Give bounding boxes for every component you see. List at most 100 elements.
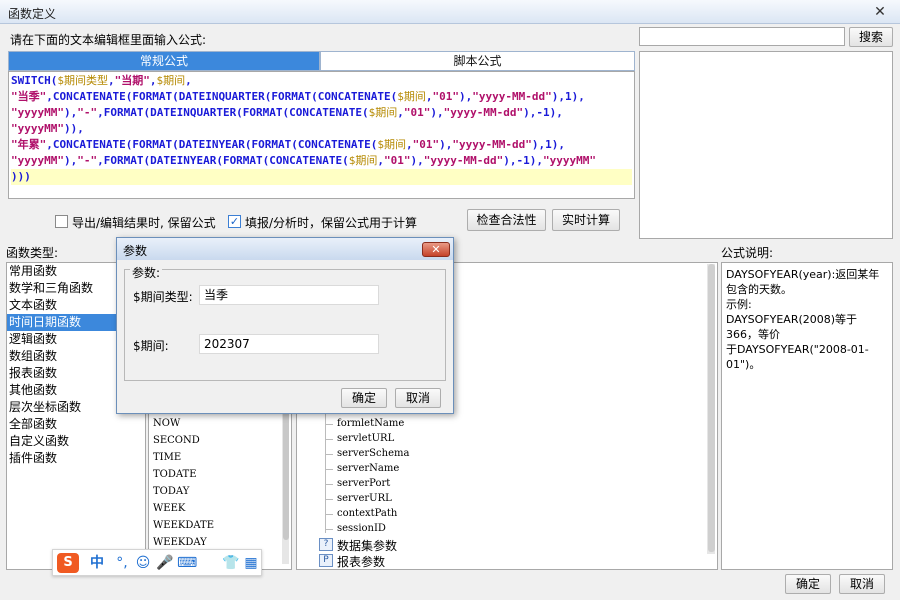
function-item[interactable]: TODATE [153, 469, 197, 480]
function-item[interactable]: WEEK [153, 503, 185, 514]
formula-editor[interactable]: SWITCH($期间类型,"当期",$期间, "当季",CONCATENATE(F… [8, 71, 635, 199]
search-button[interactable]: 搜索 [849, 27, 893, 47]
tab-script-formula[interactable]: 脚本公式 [320, 51, 635, 71]
formula-token: "yyyy-MM-dd" [472, 90, 552, 103]
ime-skin-icon[interactable]: 👕 [221, 553, 241, 573]
formula-token: "yyyyMM" [543, 154, 596, 167]
formula-token: $期间 [348, 154, 378, 167]
tree-item[interactable]: serverSchema [337, 448, 409, 459]
tree-node-dataset-params[interactable]: 数据集参数 [337, 537, 397, 554]
formula-line: "yyyyMM"),"-",FORMAT(DATEINQUARTER(FORMA… [11, 105, 632, 121]
fill-keep-formula-checkbox[interactable]: ✓ [228, 215, 241, 228]
ime-voice-icon[interactable]: 🎤 [155, 553, 175, 573]
ime-apps-icon[interactable]: ▦ [241, 553, 261, 573]
formula-description-text: DAYSOFYEAR(year):返回某年包含的天数。 示例: DAYSOFYE… [726, 268, 880, 371]
report-params-icon: P [319, 554, 333, 567]
dialog-ok-button[interactable]: 确定 [341, 388, 387, 408]
tree-item[interactable]: serverPort [337, 478, 390, 489]
formula-token: )), [63, 122, 84, 135]
dataset-params-icon: ? [319, 538, 333, 551]
tree-branch-line [325, 529, 333, 530]
tree-branch-line [325, 439, 333, 440]
formula-token: $期间 [397, 90, 426, 103]
dialog-close-icon[interactable]: ✕ [422, 242, 450, 257]
function-item[interactable]: TIME [153, 452, 181, 463]
formula-token: FORMAT(DATEINQUARTER(FORMAT(CONCATENATE( [103, 106, 369, 119]
function-item[interactable]: NOW [153, 418, 180, 429]
tree-item[interactable]: servletURL [337, 433, 394, 444]
formula-token: , [107, 74, 115, 87]
period-type-input[interactable]: 当季 [199, 285, 379, 305]
formula-token: , [185, 74, 192, 87]
formula-token: , [46, 138, 53, 151]
function-type-label: 函数类型: [6, 246, 59, 260]
formula-token: $期间类型 [57, 74, 108, 87]
formula-token: , [406, 138, 413, 151]
formula-token: "-" [77, 106, 98, 119]
tree-item[interactable]: serverURL [337, 493, 392, 504]
category-item[interactable]: 全部函数 [7, 416, 145, 433]
formula-token: "当季" [11, 90, 47, 103]
formula-token: ), [63, 154, 78, 167]
formula-token: ), [430, 106, 444, 119]
tree-node-report-params[interactable]: 报表参数 [337, 553, 385, 570]
category-item[interactable]: 自定义函数 [7, 433, 145, 450]
tab-regular-formula[interactable]: 常规公式 [8, 51, 320, 71]
formula-token: $期间 [377, 138, 407, 151]
tree-item[interactable]: formletName [337, 418, 404, 429]
tree-item[interactable]: sessionID [337, 523, 386, 534]
formula-token: "yyyyMM" [11, 106, 64, 119]
formula-token: , [97, 154, 104, 167]
cancel-button[interactable]: 取消 [839, 574, 885, 594]
ime-punctuation-icon[interactable]: °, [111, 553, 133, 573]
formula-token: ),1), [551, 90, 585, 103]
formula-token: ),-1), [523, 106, 563, 119]
formula-line: "yyyyMM"),"-",FORMAT(DATEINYEAR(FORMAT(C… [11, 153, 632, 169]
formula-line: "年累",CONCATENATE(FORMAT(DATEINYEAR(FORMA… [11, 137, 632, 153]
parameter-tree-scrollbar-thumb[interactable] [708, 264, 715, 552]
tree-branch-line [325, 499, 333, 500]
tree-item[interactable]: serverName [337, 463, 399, 474]
formula-token: "01" [403, 106, 431, 119]
export-keep-formula-checkbox[interactable] [55, 215, 68, 228]
formula-token: "yyyy-MM-dd" [443, 106, 524, 119]
ime-toolbar: S 中 °, ☺ 🎤 ⌨ 👕 ▦ [52, 549, 262, 576]
formula-token: "yyyy-MM-dd" [452, 138, 532, 151]
tree-branch-line [325, 424, 333, 425]
function-item[interactable]: TODAY [153, 486, 189, 497]
realtime-calc-button[interactable]: 实时计算 [552, 209, 620, 231]
ime-keyboard-icon[interactable]: ⌨ [177, 553, 197, 573]
formula-token: ), [439, 138, 453, 151]
tree-branch-line [325, 484, 333, 485]
search-input[interactable] [639, 27, 845, 46]
formula-token: $期间 [368, 106, 398, 119]
period-input[interactable]: 202307 [199, 334, 379, 354]
sogou-logo-icon[interactable]: S [57, 553, 79, 573]
dialog-cancel-button[interactable]: 取消 [395, 388, 441, 408]
window-close-icon[interactable]: ✕ [868, 3, 892, 21]
window-titlebar [0, 0, 900, 24]
function-item[interactable]: WEEKDATE [153, 520, 214, 531]
category-item[interactable]: 插件函数 [7, 450, 145, 467]
parameter-dialog: 参数 ✕ 参数: $期间类型: 当季 $期间: 202307 确定 取消 [116, 237, 454, 414]
formula-token: "yyyyMM" [11, 122, 64, 135]
window-title: 函数定义 [8, 7, 57, 21]
tree-branch-line [325, 454, 333, 455]
formula-token: "yyyyMM" [11, 154, 64, 167]
tree-branch-line [325, 514, 333, 515]
check-validity-button[interactable]: 检查合法性 [467, 209, 546, 231]
function-item[interactable]: SECOND [153, 435, 200, 446]
ime-emoji-icon[interactable]: ☺ [133, 553, 153, 573]
formula-token: ),1), [531, 138, 565, 151]
formula-token: "-" [77, 154, 98, 167]
tree-item[interactable]: contextPath [337, 508, 397, 519]
formula-token: CONCATENATE(FORMAT(DATEINYEAR(FORMAT(CON… [52, 138, 378, 151]
function-item[interactable]: WEEKDAY [153, 537, 207, 548]
formula-line: ))) [11, 169, 632, 185]
ime-language-toggle[interactable]: 中 [87, 553, 107, 573]
search-results-panel[interactable] [639, 51, 893, 239]
formula-token: "01" [412, 138, 440, 151]
formula-token: , [425, 90, 433, 103]
ok-button[interactable]: 确定 [785, 574, 831, 594]
dialog-titlebar [117, 238, 453, 260]
